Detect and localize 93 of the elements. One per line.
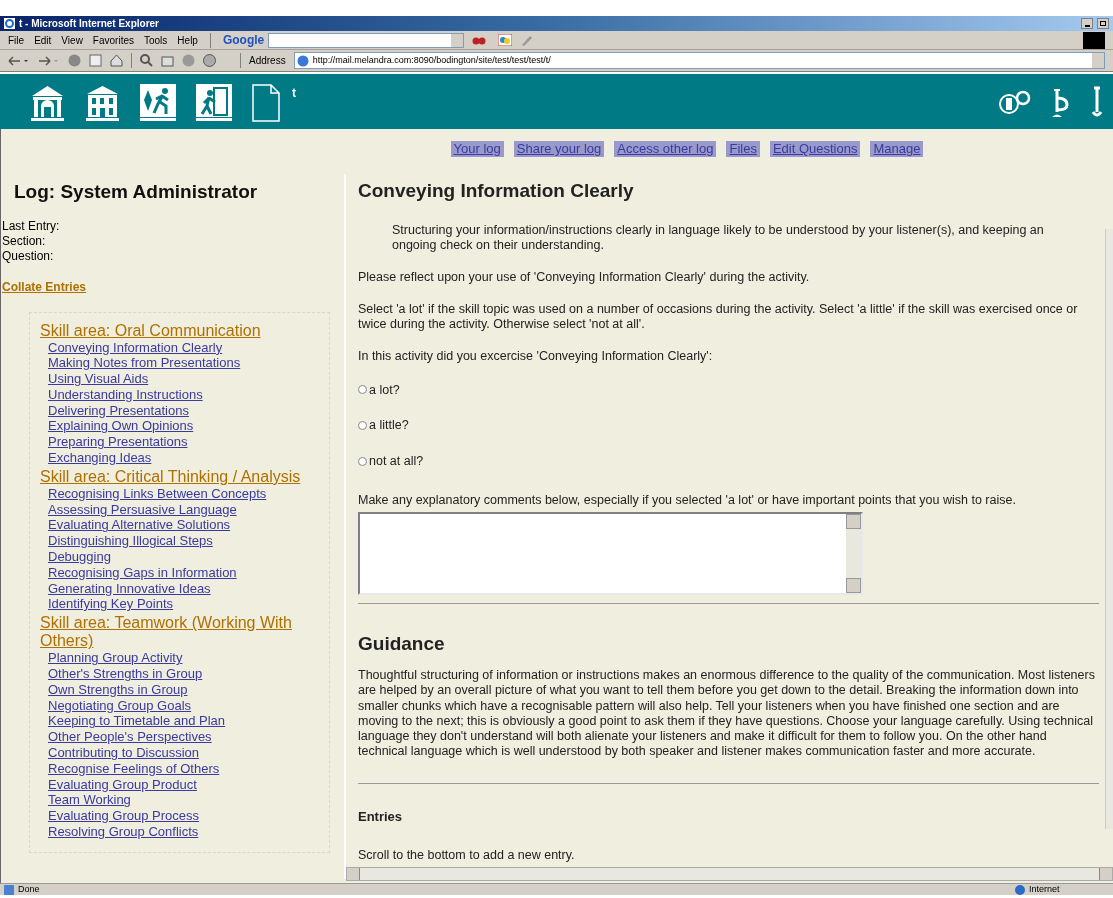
nav-link[interactable]: Edit Questions bbox=[769, 141, 861, 157]
menu-item[interactable]: Favorites bbox=[92, 32, 134, 48]
nav-link[interactable]: Manage bbox=[870, 141, 924, 157]
menu-item[interactable]: View bbox=[61, 32, 83, 48]
paragraph: Please reflect upon your use of 'Conveying Information Clearly' during the activity. bbox=[358, 269, 811, 285]
radio-button[interactable] bbox=[358, 456, 367, 466]
address-label: Address bbox=[249, 54, 286, 68]
menu-item[interactable]: File bbox=[8, 32, 25, 48]
refresh-icon[interactable] bbox=[89, 54, 102, 67]
trumpet-icon[interactable] bbox=[1051, 88, 1071, 118]
entries-heading: Entries bbox=[358, 807, 404, 826]
skill-link[interactable]: Team Working bbox=[48, 792, 131, 809]
comments-prompt: Make any explanatory comments below, especially if you selected 'a lot' or have important points that you wish to raise. bbox=[358, 491, 1017, 509]
radio-button[interactable] bbox=[358, 421, 367, 431]
search-icon[interactable] bbox=[140, 54, 153, 67]
option-label: a little? bbox=[369, 417, 409, 435]
skill-link[interactable]: Recognise Feelings of Others bbox=[48, 760, 220, 777]
running-person-icon[interactable] bbox=[140, 84, 176, 122]
skill-link[interactable]: Recognising Links Between Concepts bbox=[48, 485, 267, 502]
forward-icon[interactable] bbox=[38, 54, 60, 67]
info-label: Question: bbox=[2, 248, 55, 264]
menu-item[interactable]: Help bbox=[177, 32, 198, 48]
skill-area-link[interactable]: Skill area: Oral Communication bbox=[40, 321, 329, 340]
skill-link[interactable]: Exchanging Ideas bbox=[48, 450, 152, 466]
key-person-icon[interactable] bbox=[999, 90, 1031, 114]
restore-button[interactable] bbox=[1097, 18, 1109, 29]
skill-link[interactable]: Identifying Key Points bbox=[48, 596, 174, 613]
search-label: Google bbox=[222, 32, 265, 49]
skill-link[interactable]: Understanding Instructions bbox=[48, 386, 203, 403]
info-label: Last Entry: bbox=[2, 218, 61, 234]
skill-link[interactable]: Assessing Persuasive Language bbox=[48, 501, 237, 518]
skill-link[interactable]: Making Notes from Presentations bbox=[48, 355, 241, 372]
skill-link[interactable]: Evaluating Group Product bbox=[48, 776, 197, 793]
building-icon[interactable] bbox=[30, 84, 65, 122]
skill-link[interactable]: Other's Strengths in Group bbox=[48, 666, 203, 682]
skill-link[interactable]: Own Strengths in Group bbox=[48, 681, 188, 698]
zone-text: Internet bbox=[1029, 882, 1061, 896]
exit-door-icon[interactable] bbox=[196, 84, 232, 122]
sidebar-heading: Log: System Administrator bbox=[14, 180, 259, 204]
skill-link[interactable]: Resolving Group Conflicts bbox=[48, 824, 199, 840]
option-label: a lot? bbox=[369, 381, 400, 399]
stop-icon[interactable] bbox=[68, 54, 81, 67]
page-heading: Conveying Information Clearly bbox=[358, 179, 635, 203]
skill-link[interactable]: Evaluating Group Process bbox=[48, 808, 200, 824]
nav-link[interactable]: Your log bbox=[450, 141, 504, 157]
skill-link[interactable]: Preparing Presentations bbox=[48, 434, 188, 451]
menu-item[interactable]: Edit bbox=[34, 32, 52, 48]
skill-description: Structuring your information/instructions clearly in language likely to be understood by your listener(s), and keeping an ongoing check on their understanding. bbox=[391, 222, 1045, 253]
favorites-icon[interactable] bbox=[161, 54, 174, 67]
home-icon[interactable] bbox=[110, 54, 123, 67]
address-text: http://mail.melandra.com:8090/bodington/site/test/test/test/t/ bbox=[312, 53, 552, 67]
option-label: not at all? bbox=[369, 453, 424, 470]
horizontal-scrollbar[interactable] bbox=[346, 867, 1113, 881]
browser-icon bbox=[4, 18, 15, 29]
skill-link[interactable]: Other People's Perspectives bbox=[48, 729, 212, 746]
skill-link[interactable]: Recognising Gaps in Information bbox=[48, 564, 237, 581]
site-title: t bbox=[292, 85, 296, 102]
radio-button[interactable] bbox=[358, 385, 367, 395]
skill-area-link[interactable]: Skill area: Teamwork (Working With Others) bbox=[40, 614, 329, 651]
search-field[interactable] bbox=[268, 32, 465, 48]
skill-link[interactable]: Evaluating Alternative Solutions bbox=[48, 517, 231, 534]
comments-field[interactable] bbox=[358, 511, 863, 595]
paragraph: Select 'a lot' if the skill topic was used on a number of occasions during the activity. Select 'a little' if the skill was exercised once or twice during the activity. Otherwise select 'not at all'. bbox=[358, 301, 1079, 332]
skill-link[interactable]: Using Visual Aids bbox=[48, 371, 149, 387]
entries-note: Scroll to the bottom to add a new entry. bbox=[358, 847, 576, 865]
paragraph: In this activity did you excercise 'Conveying Information Clearly': bbox=[358, 348, 714, 364]
back-icon[interactable] bbox=[8, 54, 30, 67]
collate-link[interactable]: Collate Entries bbox=[1, 277, 330, 296]
skill-area-link[interactable]: Skill area: Critical Thinking / Analysis bbox=[40, 467, 329, 486]
skill-link[interactable]: Delivering Presentations bbox=[48, 402, 189, 419]
skill-link[interactable]: Keeping to Timetable and Plan bbox=[48, 713, 226, 730]
skill-link[interactable]: Explaining Own Opinions bbox=[48, 418, 194, 435]
info-label: Section: bbox=[2, 233, 47, 249]
document-icon[interactable] bbox=[252, 84, 280, 122]
building-icon[interactable] bbox=[85, 84, 120, 122]
guidance-text: Thoughtful structuring of information or instructions makes an enormous difference to the quality of the communication. Most listeners are helped by an overall picture of what you want to tell them before you get down to the detail. Breaking the information down into smaller chunks which have a recognisable pattern will also help. Tell your listeners when you have finished one section and are moving to the next; this is obviously a good point to ask them if they have questions. Choose your language carefully. Using technical language they don't understand will both alienate your listeners and make it difficult for them to follow you. On the other hand technical language which is well understood by both speaker and listener makes communication faster and more accurate. bbox=[358, 668, 1096, 760]
scrollbar[interactable] bbox=[846, 513, 861, 593]
windows-logo bbox=[1083, 31, 1105, 49]
page-icon bbox=[296, 54, 309, 67]
page-icon bbox=[4, 884, 14, 895]
menu-item[interactable]: Tools bbox=[144, 32, 168, 48]
skill-link[interactable]: Generating Innovative Ideas bbox=[48, 580, 211, 597]
section-heading: Guidance bbox=[358, 631, 446, 656]
skill-link[interactable]: Debugging bbox=[48, 549, 111, 565]
skill-link[interactable]: Distinguishing Illogical Steps bbox=[48, 533, 213, 550]
window-title: t - Microsoft Internet Explorer bbox=[19, 17, 159, 31]
skill-link[interactable]: Negotiating Group Goals bbox=[48, 697, 192, 714]
status-text: Done bbox=[18, 882, 40, 896]
address-field[interactable]: http://mail.melandra.com:8090/bodington/site/test/test/test/t/ bbox=[293, 52, 1105, 69]
skill-link[interactable]: Planning Group Activity bbox=[48, 650, 183, 667]
skill-link[interactable]: Contributing to Discussion bbox=[48, 745, 200, 761]
skill-link[interactable]: Conveying Information Clearly bbox=[48, 339, 223, 356]
minimize-button[interactable] bbox=[1081, 18, 1093, 29]
